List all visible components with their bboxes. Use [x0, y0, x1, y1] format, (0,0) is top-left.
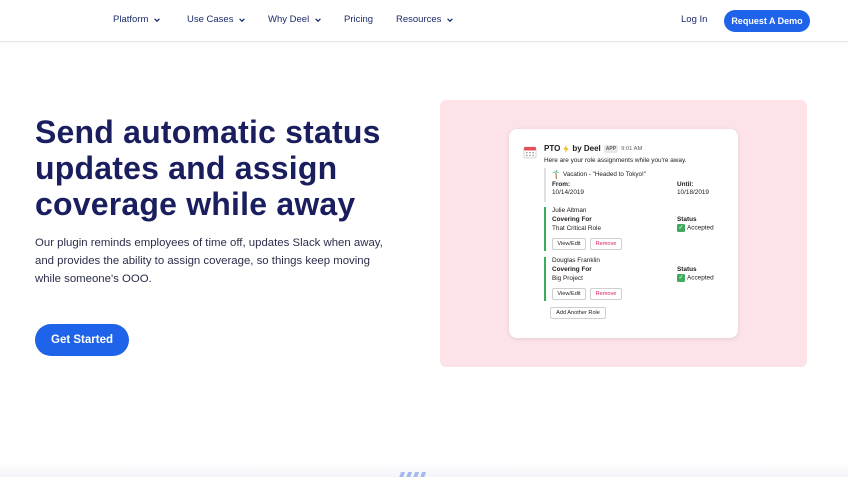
role-person: Julie Altman [552, 207, 587, 214]
add-another-role-button[interactable]: Add Another Role [550, 307, 606, 319]
message-time: 9:01 AM [621, 145, 643, 152]
nav-use-cases-label: Use Cases [187, 14, 234, 25]
check-icon: ✓ [677, 274, 685, 282]
message-header: PTO by Deel APP 9:01 AM [544, 144, 642, 153]
vacation-attachment: Vacation - "Headed to Tokyo!" From: 10/1… [544, 168, 724, 202]
chevron-down-icon [239, 17, 246, 22]
chevron-down-icon [154, 17, 161, 22]
top-navbar: Platform Use Cases Why Deel Pricing Reso… [0, 0, 848, 42]
get-started-button[interactable]: Get Started [35, 324, 129, 356]
nav-pricing[interactable]: Pricing [344, 14, 373, 25]
covering-label: Covering For [552, 216, 592, 223]
status-text: Accepted [687, 224, 714, 232]
status-text: Accepted [687, 274, 714, 282]
request-demo-button[interactable]: Request A Demo [724, 10, 810, 32]
nav-resources-label: Resources [396, 14, 442, 25]
nav-platform-label: Platform [113, 14, 149, 25]
slack-message-card: PTO by Deel APP 9:01 AM Here are your ro… [509, 129, 738, 338]
from-value: 10/14/2019 [552, 189, 584, 196]
lightning-icon [563, 144, 569, 153]
vacation-line: Vacation - "Headed to Tokyo!" [552, 170, 646, 179]
role-name: Big Project [552, 275, 583, 282]
covering-label: Covering For [552, 266, 592, 273]
message-intro: Here are your role assignments while you… [544, 157, 687, 164]
view-edit-button[interactable]: View/Edit [552, 288, 586, 300]
role-person: Douglas Franklin [552, 257, 600, 264]
palm-tree-icon [552, 170, 560, 179]
nav-platform[interactable]: Platform [113, 14, 161, 25]
nav-pricing-label: Pricing [344, 14, 374, 25]
check-icon: ✓ [677, 224, 685, 232]
role-assignment: Julie Altman Covering For That Critical … [544, 207, 724, 251]
vacation-text: Vacation - "Headed to Tokyo!" [563, 171, 646, 178]
nav-why-deel-label: Why Deel [268, 14, 310, 25]
chevron-down-icon [315, 17, 322, 22]
role-name: That Critical Role [552, 225, 602, 232]
status-value: ✓ Accepted [677, 224, 714, 232]
nav-why-deel[interactable]: Why Deel [268, 14, 322, 25]
hero-headline: Send automatic status updates and assign… [35, 114, 381, 222]
login-link[interactable]: Log In [681, 14, 707, 25]
until-label: Until: [677, 181, 694, 188]
chevron-down-icon [447, 17, 454, 22]
status-value: ✓ Accepted [677, 274, 714, 282]
remove-button[interactable]: Remove [590, 288, 622, 300]
status-label: Status [677, 266, 697, 273]
view-edit-button[interactable]: View/Edit [552, 238, 586, 250]
app-by: by Deel [572, 144, 601, 153]
role-assignment: Douglas Franklin Covering For Big Projec… [544, 257, 724, 301]
decorative-stripes [398, 472, 427, 477]
remove-button[interactable]: Remove [590, 238, 622, 250]
app-tag: APP [603, 144, 619, 153]
status-label: Status [677, 216, 697, 223]
calendar-icon [523, 146, 537, 159]
hero-subtext: Our plugin reminds employees of time off… [35, 237, 383, 285]
nav-resources[interactable]: Resources [396, 14, 454, 25]
until-value: 10/18/2019 [677, 189, 709, 196]
nav-use-cases[interactable]: Use Cases [187, 14, 246, 25]
app-name: PTO [544, 144, 561, 153]
from-label: From: [552, 181, 571, 188]
